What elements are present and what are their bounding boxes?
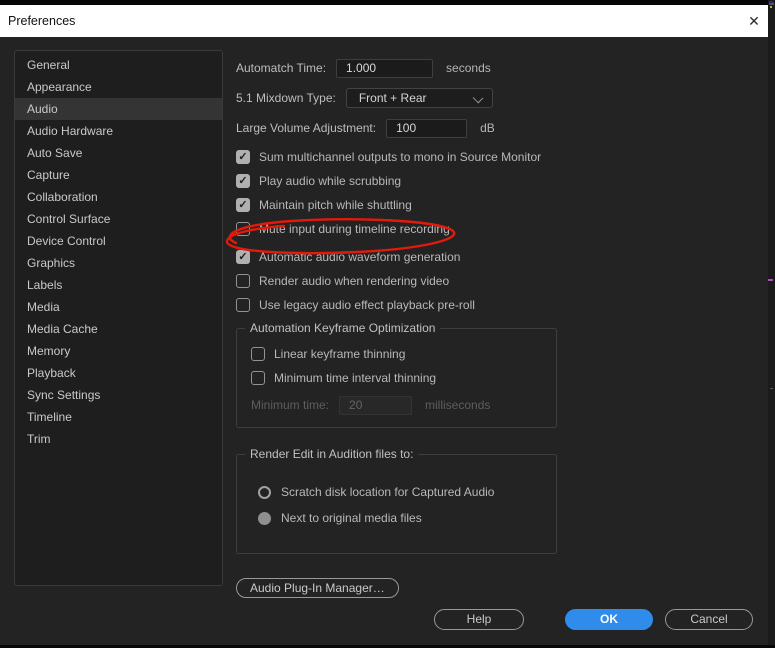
checkbox-legacy-preroll[interactable] xyxy=(236,298,250,312)
sidebar-item-playback[interactable]: Playback xyxy=(15,362,222,384)
radio-scratch-disk[interactable] xyxy=(258,485,271,499)
checkbox-row-mute-input: Mute input during timeline recording xyxy=(236,222,764,236)
group-title: Automation Keyframe Optimization xyxy=(245,321,441,335)
sidebar-item-control-surface[interactable]: Control Surface xyxy=(15,208,222,230)
help-button[interactable]: Help xyxy=(434,609,524,630)
preferences-dialog: Preferences ✕ General Appearance Audio A… xyxy=(0,0,768,645)
sidebar-item-trim[interactable]: Trim xyxy=(15,428,222,450)
audio-settings-panel: Automatch Time: seconds 5.1 Mixdown Type… xyxy=(236,58,764,598)
checkbox-label: Sum multichannel outputs to mono in Sour… xyxy=(259,150,542,164)
minimum-time-row: Minimum time: milliseconds xyxy=(251,395,544,415)
titlebar: Preferences ✕ xyxy=(0,5,768,37)
sidebar-item-labels[interactable]: Labels xyxy=(15,274,222,296)
radio-label: Next to original media files xyxy=(281,511,422,525)
checkbox-row: ✓ Maintain pitch while shuttling xyxy=(236,198,764,212)
checkbox-row: ✓ Automatic audio waveform generation xyxy=(236,250,764,264)
sidebar-item-media-cache[interactable]: Media Cache xyxy=(15,318,222,340)
automatch-time-unit: seconds xyxy=(446,61,491,75)
checkbox-label: Automatic audio waveform generation xyxy=(259,250,461,264)
checkbox-list: ✓ Sum multichannel outputs to mono in So… xyxy=(236,150,764,312)
minimum-time-input xyxy=(339,395,413,415)
screen: Preferences ✕ General Appearance Audio A… xyxy=(0,0,775,648)
checkbox-row: Render audio when rendering video xyxy=(236,274,764,288)
checkbox-label: Minimum time interval thinning xyxy=(274,371,437,385)
radio-next-to-media[interactable] xyxy=(258,511,271,525)
cancel-button[interactable]: Cancel xyxy=(665,609,753,630)
automatch-time-label: Automatch Time: xyxy=(236,61,327,75)
radio-label: Scratch disk location for Captured Audio xyxy=(281,485,495,499)
sidebar-item-audio-hardware[interactable]: Audio Hardware xyxy=(15,120,222,142)
volume-adjustment-unit: dB xyxy=(480,121,495,135)
checkbox-maintain-pitch[interactable]: ✓ xyxy=(236,198,250,212)
checkbox-label: Mute input during timeline recording xyxy=(259,222,450,236)
automatch-time-input[interactable] xyxy=(336,58,434,78)
checkbox-label: Linear keyframe thinning xyxy=(274,347,406,361)
radio-row: Next to original media files xyxy=(258,511,544,525)
sidebar-item-timeline[interactable]: Timeline xyxy=(15,406,222,428)
automatch-time-row: Automatch Time: seconds xyxy=(236,58,764,78)
sidebar-item-collaboration[interactable]: Collaboration xyxy=(15,186,222,208)
ok-button[interactable]: OK xyxy=(565,609,653,630)
checkbox-sum-multichannel[interactable]: ✓ xyxy=(236,150,250,164)
sidebar-item-appearance[interactable]: Appearance xyxy=(15,76,222,98)
sidebar-item-audio[interactable]: Audio xyxy=(15,98,222,120)
background-pixel xyxy=(772,3,774,5)
sidebar-item-device-control[interactable]: Device Control xyxy=(15,230,222,252)
volume-adjustment-input[interactable] xyxy=(386,118,468,138)
background-app-strip xyxy=(768,0,775,648)
checkbox-label: Maintain pitch while shuttling xyxy=(259,198,412,212)
mixdown-type-value: Front + Rear xyxy=(358,91,427,105)
audio-plugin-manager-button[interactable]: Audio Plug-In Manager… xyxy=(236,578,399,598)
sidebar-item-memory[interactable]: Memory xyxy=(15,340,222,362)
group-title: Render Edit in Audition files to: xyxy=(245,447,419,461)
minimum-time-unit: milliseconds xyxy=(425,398,491,412)
checkbox-mute-input[interactable] xyxy=(236,222,250,236)
sidebar-item-auto-save[interactable]: Auto Save xyxy=(15,142,222,164)
checkbox-row: Linear keyframe thinning xyxy=(251,347,544,361)
background-pixel xyxy=(770,6,772,8)
mixdown-type-row: 5.1 Mixdown Type: Front + Rear xyxy=(236,88,764,108)
chevron-down-icon xyxy=(472,92,484,104)
preferences-sidebar: General Appearance Audio Audio Hardware … xyxy=(14,50,223,586)
checkbox-row: ✓ Sum multichannel outputs to mono in So… xyxy=(236,150,764,164)
volume-adjustment-row: Large Volume Adjustment: dB xyxy=(236,118,764,138)
checkbox-row: Use legacy audio effect playback pre-rol… xyxy=(236,298,764,312)
background-pixel xyxy=(770,388,773,389)
dialog-title: Preferences xyxy=(8,14,76,28)
checkbox-play-while-scrubbing[interactable]: ✓ xyxy=(236,174,250,188)
radio-row: Scratch disk location for Captured Audio xyxy=(258,485,544,499)
checkbox-label: Render audio when rendering video xyxy=(259,274,450,288)
sidebar-item-media[interactable]: Media xyxy=(15,296,222,318)
volume-adjustment-label: Large Volume Adjustment: xyxy=(236,121,377,135)
checkbox-row: Minimum time interval thinning xyxy=(251,371,544,385)
checkbox-label: Use legacy audio effect playback pre-rol… xyxy=(259,298,475,312)
audition-render-group: Render Edit in Audition files to: Scratc… xyxy=(236,447,557,554)
close-icon[interactable]: ✕ xyxy=(742,10,766,32)
minimum-time-label: Minimum time: xyxy=(251,398,330,412)
checkbox-linear-thinning[interactable] xyxy=(251,347,265,361)
background-pixel xyxy=(768,279,773,281)
checkbox-row: ✓ Play audio while scrubbing xyxy=(236,174,764,188)
sidebar-item-graphics[interactable]: Graphics xyxy=(15,252,222,274)
mixdown-type-label: 5.1 Mixdown Type: xyxy=(236,91,336,105)
checkbox-label: Play audio while scrubbing xyxy=(259,174,402,188)
mixdown-type-select[interactable]: Front + Rear xyxy=(345,88,493,108)
checkbox-render-audio[interactable] xyxy=(236,274,250,288)
sidebar-item-capture[interactable]: Capture xyxy=(15,164,222,186)
sidebar-item-sync-settings[interactable]: Sync Settings xyxy=(15,384,222,406)
checkbox-min-interval-thinning[interactable] xyxy=(251,371,265,385)
sidebar-item-general[interactable]: General xyxy=(15,54,222,76)
checkbox-auto-waveform[interactable]: ✓ xyxy=(236,250,250,264)
automation-keyframe-group: Automation Keyframe Optimization Linear … xyxy=(236,321,557,428)
